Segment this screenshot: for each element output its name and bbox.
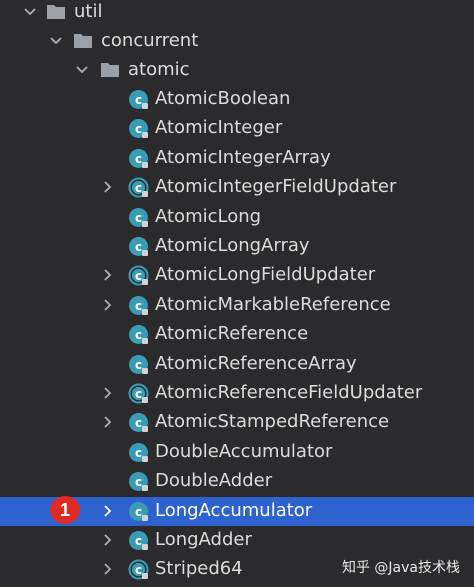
tree-class-item[interactable]: c AtomicLongFieldUpdater: [0, 261, 474, 290]
step-number-badge: 1: [50, 496, 80, 524]
tree-class-label: AtomicBoolean: [155, 88, 291, 109]
chevron-right-icon[interactable]: [100, 561, 116, 577]
tree-class-item[interactable]: c AtomicIntegerFieldUpdater: [0, 173, 474, 202]
tree-folder-label: util: [74, 1, 103, 22]
svg-text:c: c: [135, 328, 142, 342]
tree-class-item[interactable]: c DoubleAdder: [0, 467, 474, 496]
svg-text:c: c: [135, 299, 142, 313]
tree-class-item[interactable]: c AtomicLongArray: [0, 232, 474, 261]
folder-icon: [101, 63, 119, 77]
svg-text:c: c: [135, 446, 142, 460]
chevron-right-icon[interactable]: [100, 385, 116, 401]
tree-class-item[interactable]: c AtomicReference: [0, 320, 474, 349]
tree-class-item[interactable]: c AtomicInteger: [0, 114, 474, 143]
svg-text:c: c: [135, 534, 142, 548]
class-icon: c: [129, 325, 148, 345]
class-icon: c: [129, 90, 148, 109]
class-icon: c: [129, 295, 148, 315]
tree-class-item[interactable]: c AtomicBoolean: [0, 85, 474, 114]
tree-class-label: AtomicIntegerArray: [155, 146, 331, 168]
tree-class-label: AtomicLongFieldUpdater: [155, 264, 376, 286]
tree-folder-label: atomic: [128, 59, 190, 80]
tree-folder-util[interactable]: util: [0, 0, 474, 27]
svg-text:c: c: [135, 475, 142, 489]
svg-text:c: c: [135, 563, 142, 577]
class-icon: c: [129, 442, 148, 462]
svg-text:c: c: [135, 181, 142, 195]
tree-class-item[interactable]: c AtomicStampedReference: [0, 408, 474, 437]
chevron-right-icon[interactable]: [100, 297, 116, 313]
tree-class-label: AtomicIntegerFieldUpdater: [155, 176, 397, 198]
chevron-right-icon[interactable]: [100, 414, 116, 430]
tree-class-label: AtomicInteger: [155, 117, 283, 139]
chevron-down-icon[interactable]: [22, 4, 38, 20]
chevron-right-icon[interactable]: [100, 267, 116, 283]
class-icon: c: [129, 501, 148, 521]
tree-class-item[interactable]: c DoubleAccumulator: [0, 438, 474, 467]
class-icon: c: [129, 354, 148, 374]
chevron-right-icon[interactable]: [100, 179, 116, 195]
class-icon: c: [129, 413, 148, 433]
tree-folder-label: concurrent: [101, 30, 199, 51]
tree-class-label: AtomicReferenceFieldUpdater: [155, 382, 423, 403]
class-icon: c: [129, 119, 148, 139]
project-tree: util concurrent atomic c AtomicBoolean c At…: [0, 0, 474, 587]
class-icon: c: [129, 531, 148, 550]
chevron-down-icon[interactable]: [48, 33, 64, 49]
tree-class-label: AtomicLong: [155, 205, 262, 227]
abstract-class-icon: c: [128, 383, 149, 404]
chevron-right-icon[interactable]: [100, 503, 116, 519]
folder-icon: [47, 5, 65, 19]
tree-class-label: AtomicLongArray: [155, 235, 310, 256]
svg-text:c: c: [135, 122, 142, 136]
tree-class-item[interactable]: c AtomicReferenceArray: [0, 350, 474, 379]
tree-class-item[interactable]: c AtomicLong: [0, 203, 474, 232]
tree-class-item[interactable]: c AtomicReferenceFieldUpdater: [0, 379, 474, 408]
tree-class-label: Striped64: [155, 558, 243, 580]
tree-folder-concurrent[interactable]: concurrent: [0, 27, 474, 56]
class-icon: c: [129, 148, 148, 168]
svg-text:c: c: [135, 505, 142, 519]
svg-text:c: c: [135, 211, 142, 225]
tree-class-item[interactable]: c AtomicMarkableReference: [0, 291, 474, 320]
tree-class-label: DoubleAccumulator: [155, 440, 333, 462]
class-icon: c: [129, 472, 148, 492]
svg-text:c: c: [135, 387, 142, 401]
tree-class-label: LongAccumulator: [155, 499, 313, 521]
svg-text:c: c: [135, 152, 142, 166]
tree-folder-atomic[interactable]: atomic: [0, 56, 474, 85]
tree-class-label: AtomicReferenceArray: [155, 352, 357, 374]
svg-text:c: c: [135, 358, 142, 372]
tree-class-label: LongAdder: [155, 529, 252, 550]
tree-class-item[interactable]: c AtomicIntegerArray: [0, 144, 474, 173]
chevron-right-icon[interactable]: [100, 532, 116, 548]
svg-text:c: c: [135, 93, 142, 107]
abstract-class-icon: c: [128, 177, 149, 198]
watermark-text: 知乎 @Java技术栈: [341, 560, 460, 576]
folder-icon: [74, 34, 92, 48]
tree-class-label: DoubleAdder: [155, 470, 273, 492]
tree-class-label: AtomicMarkableReference: [155, 293, 391, 315]
tree-class-item[interactable]: c LongAdder: [0, 526, 474, 555]
chevron-down-icon[interactable]: [74, 62, 90, 78]
tree-class-label: AtomicStampedReference: [155, 411, 390, 433]
svg-text:c: c: [135, 269, 142, 283]
class-icon: c: [129, 207, 148, 227]
svg-text:c: c: [135, 416, 142, 430]
abstract-class-icon: c: [128, 559, 149, 580]
abstract-class-icon: c: [128, 265, 149, 286]
svg-text:c: c: [135, 240, 142, 254]
tree-class-label: AtomicReference: [155, 323, 309, 345]
class-icon: c: [129, 237, 148, 256]
